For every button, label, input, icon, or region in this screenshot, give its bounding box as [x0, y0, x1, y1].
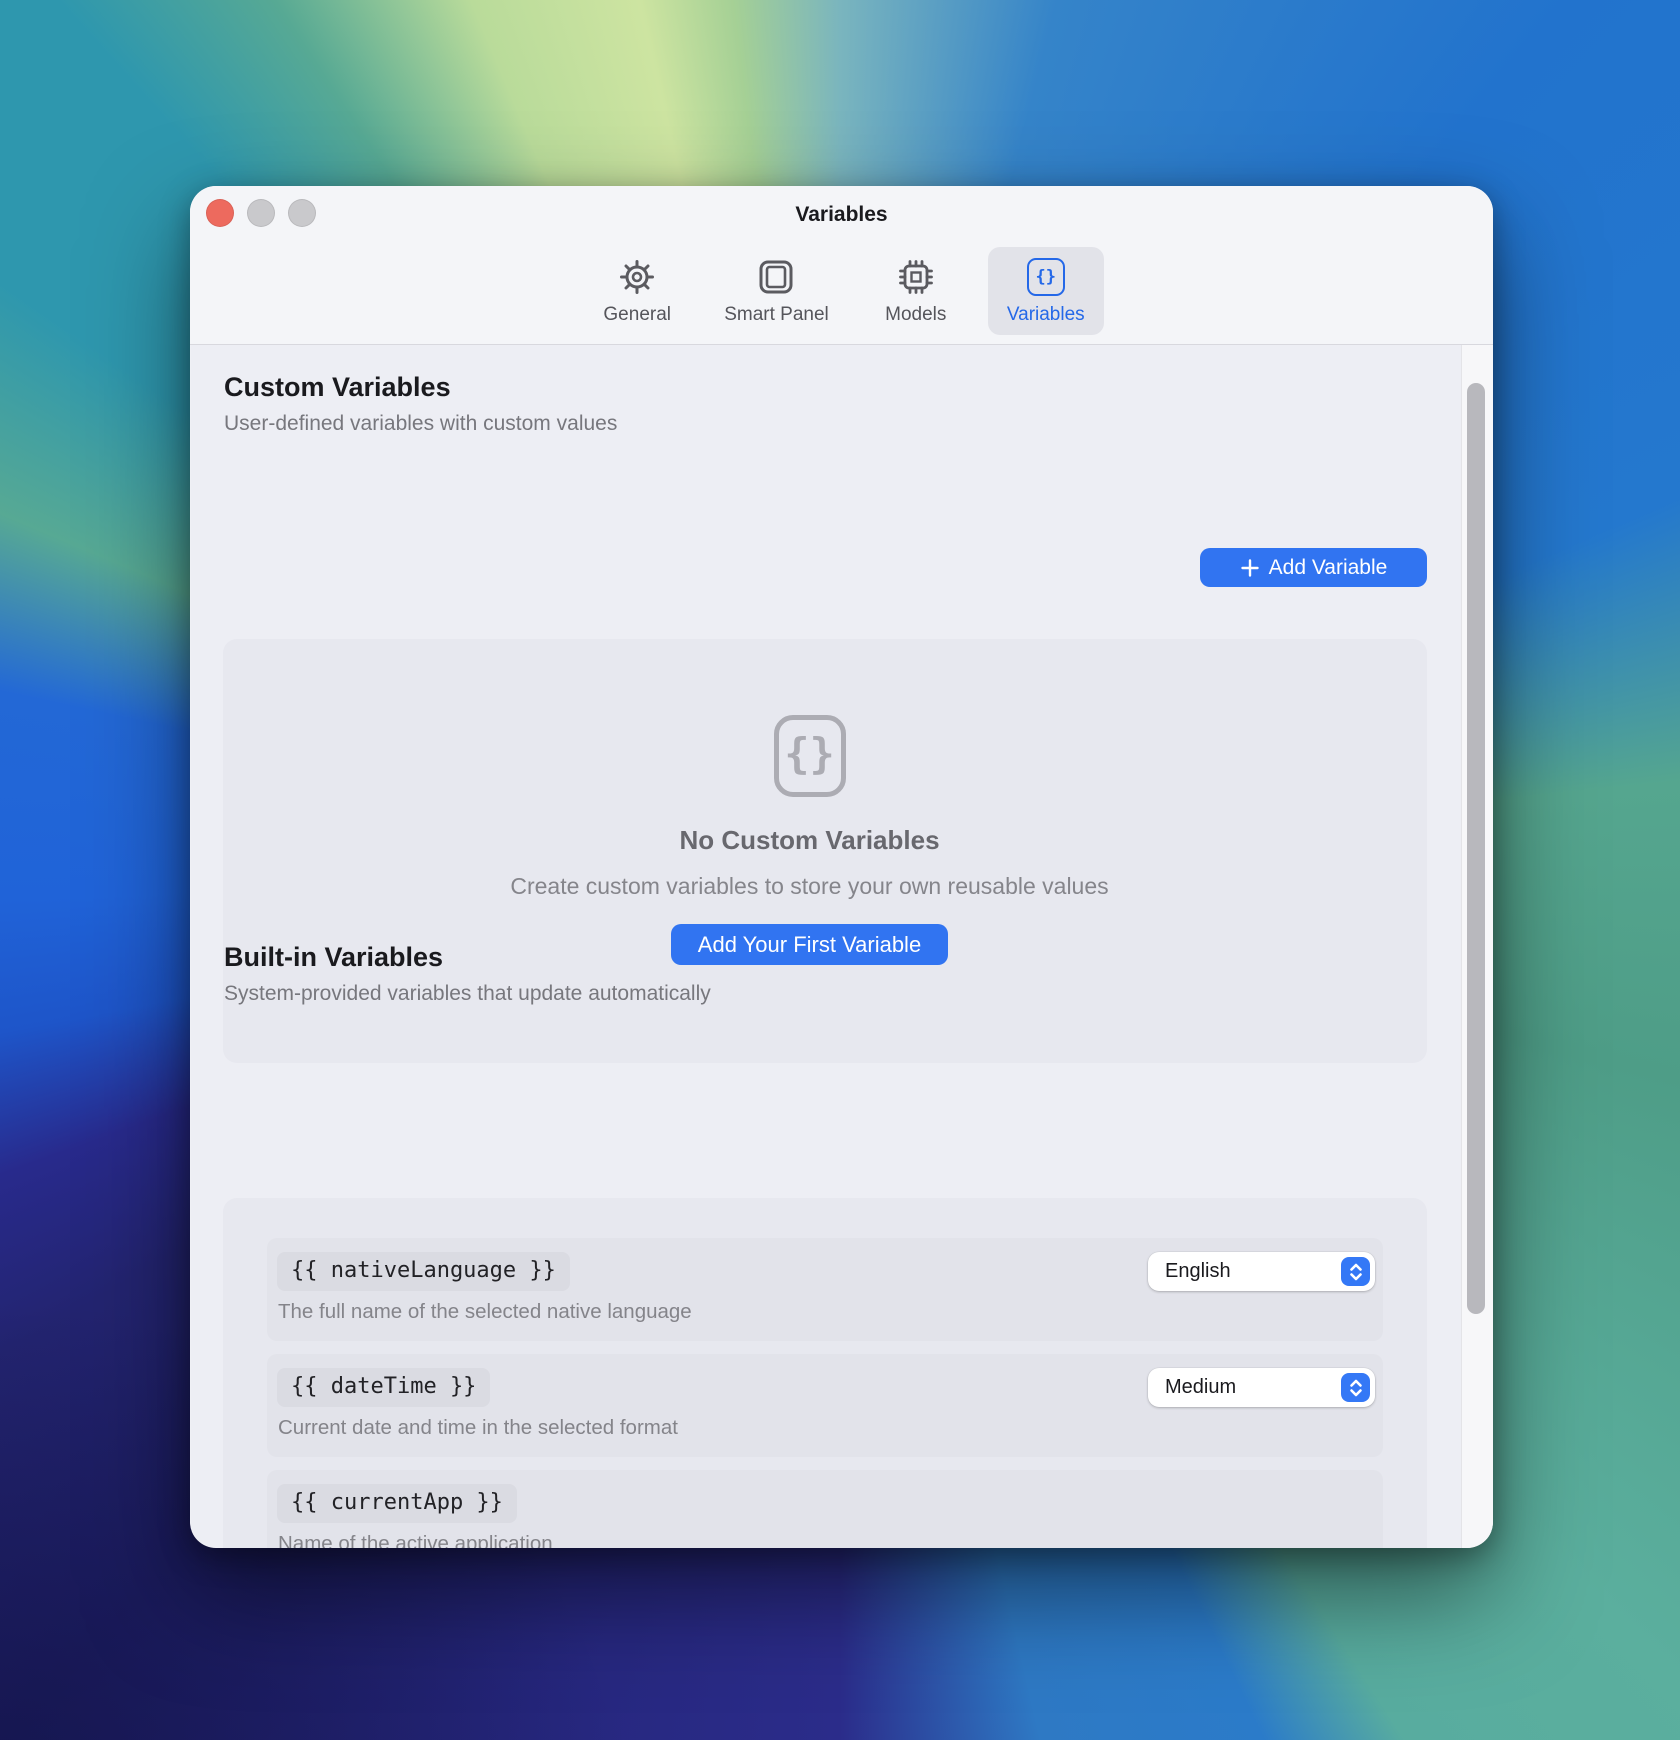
add-variable-button[interactable]: Add Variable — [1200, 548, 1427, 587]
panel-icon — [756, 257, 796, 297]
chip-icon — [896, 257, 936, 297]
builtin-variables-subtitle: System-provided variables that update au… — [224, 982, 711, 1005]
scrollbar-thumb[interactable] — [1467, 383, 1485, 1314]
variable-row-nativeLanguage: {{ nativeLanguage }} The full name of th… — [267, 1238, 1383, 1341]
toolbar-tabs: General Smart Panel Models {} Variables — [190, 247, 1493, 335]
variable-description: The full name of the selected native lan… — [278, 1300, 692, 1324]
builtin-variables-card: {{ nativeLanguage }} The full name of th… — [223, 1198, 1427, 1548]
tab-label: General — [603, 304, 672, 325]
add-first-variable-button[interactable]: Add Your First Variable — [670, 924, 949, 965]
plus-icon — [1240, 558, 1260, 578]
settings-window: Variables General Smart Panel Models {} … — [190, 186, 1493, 1548]
custom-variables-subtitle: User-defined variables with custom value… — [224, 412, 618, 435]
native-language-select[interactable]: English — [1148, 1252, 1375, 1291]
settings-content: Custom Variables User-defined variables … — [190, 345, 1493, 1548]
curly-braces-placeholder-icon: {} — [773, 715, 846, 797]
variable-token: {{ nativeLanguage }} — [277, 1252, 570, 1292]
tab-label: Variables — [1006, 304, 1085, 325]
empty-state-title: No Custom Variables — [679, 825, 940, 855]
variable-token: {{ dateTime }} — [277, 1368, 491, 1408]
tab-smart-panel[interactable]: Smart Panel — [709, 247, 844, 335]
tab-models[interactable]: Models — [858, 247, 974, 335]
builtin-variables-heading: Built-in Variables — [224, 942, 444, 972]
tab-label: Models — [885, 304, 947, 325]
empty-state-description: Create custom variables to store your ow… — [510, 873, 1109, 899]
variable-row-dateTime: {{ dateTime }} Current date and time in … — [267, 1354, 1383, 1457]
curly-braces-icon: {} — [1026, 257, 1066, 297]
date-format-select[interactable]: Medium — [1148, 1368, 1375, 1407]
stepper-chevrons-icon — [1341, 1373, 1370, 1402]
titlebar: Variables General Smart Panel Models {} … — [190, 186, 1493, 345]
variable-description: Current date and time in the selected fo… — [278, 1416, 678, 1440]
variable-row-currentApp: {{ currentApp }} Name of the active appl… — [267, 1470, 1383, 1548]
desktop-wallpaper: { "window": { "title": "Variables" }, "t… — [0, 0, 1680, 1740]
variable-token: {{ currentApp }} — [277, 1484, 517, 1524]
scrollbar-track[interactable] — [1461, 345, 1493, 1548]
custom-variables-heading: Custom Variables — [224, 372, 451, 402]
stepper-chevrons-icon — [1341, 1257, 1370, 1286]
gear-icon — [617, 257, 657, 297]
tab-variables[interactable]: {} Variables — [987, 247, 1104, 335]
tab-label: Smart Panel — [724, 304, 829, 325]
variable-description: Name of the active application — [278, 1532, 553, 1548]
tab-general[interactable]: General — [579, 247, 695, 335]
window-title: Variables — [795, 203, 888, 226]
